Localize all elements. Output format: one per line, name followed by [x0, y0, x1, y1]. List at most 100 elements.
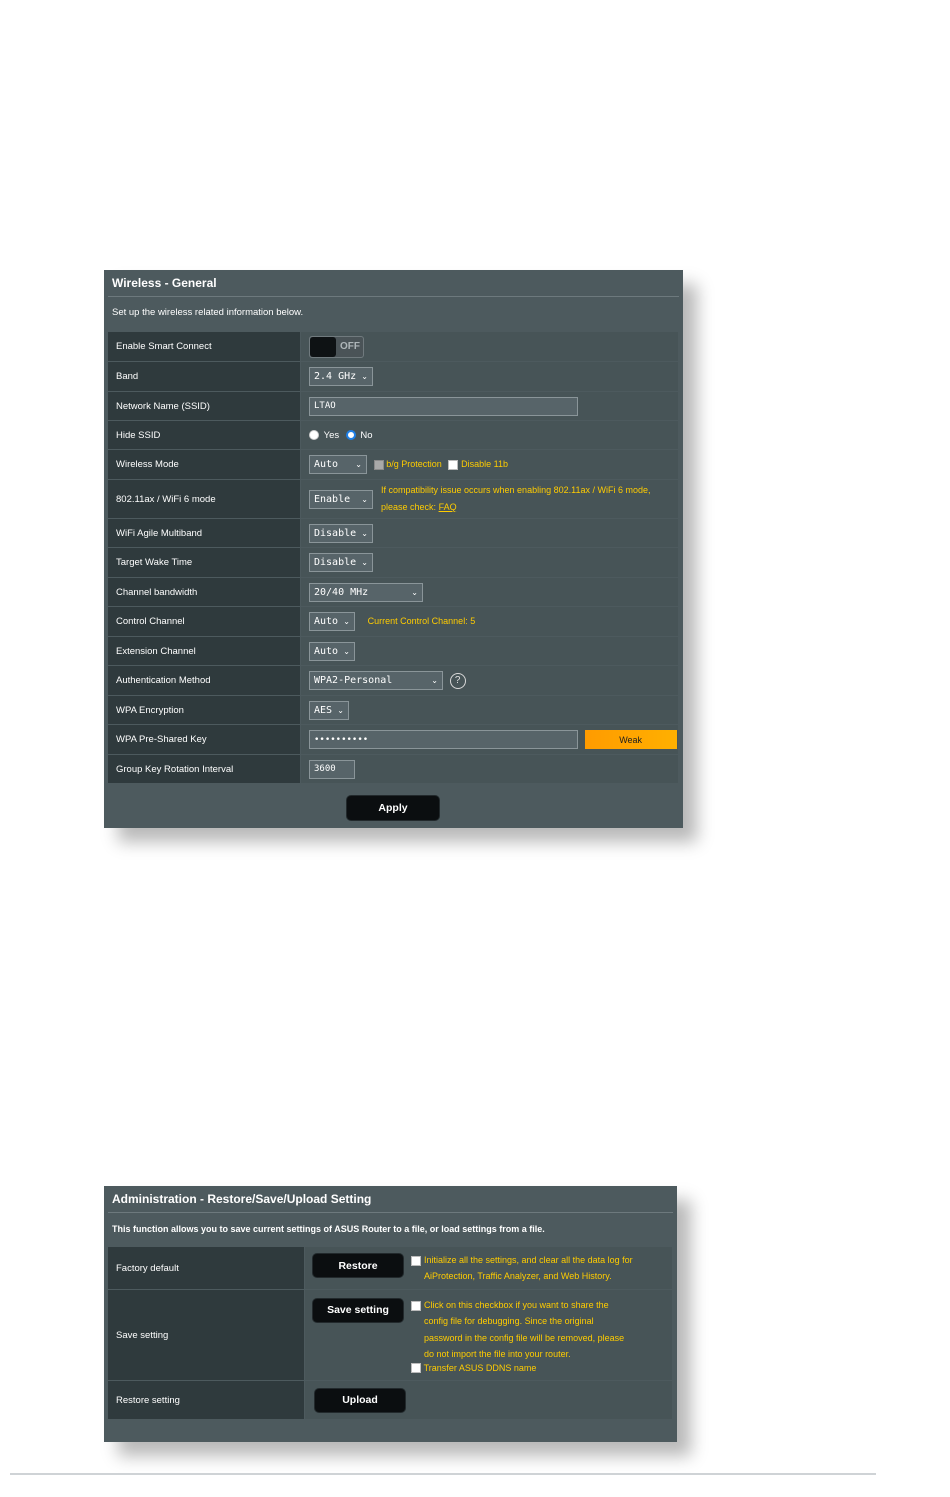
wireless-general-panel: Wireless - General Set up the wireless r… [104, 270, 683, 828]
hide-ssid-yes-radio[interactable] [309, 429, 319, 440]
row-label: Target Wake Time [107, 547, 301, 578]
page-divider [10, 1473, 876, 1475]
chevron-down-icon: ⌄ [343, 617, 350, 626]
smart-connect-toggle[interactable]: OFF [309, 335, 364, 358]
table-row: WPA Encryption AES ⌄ [107, 695, 679, 725]
control-channel-value: Auto [314, 616, 339, 627]
wifi6-compat-note: If compatibility issue occurs when enabl… [381, 482, 650, 516]
chevron-down-icon: ⌄ [361, 558, 368, 567]
bg-protection-label: b/g Protection [386, 459, 442, 470]
current-control-channel: Current Control Channel: 5 [367, 616, 476, 627]
panel-title: Administration - Restore/Save/Upload Set… [112, 1192, 372, 1206]
agile-multiband-value: Disable [314, 527, 357, 539]
save-setting-button[interactable]: Save setting [313, 1298, 403, 1322]
row-label: Extension Channel [107, 636, 301, 666]
bandwidth-select[interactable]: 20/40 MHz ⌄ [309, 582, 423, 602]
table-row: Authentication Method WPA2-Personal ⌄ ? [107, 665, 679, 696]
row-label: WPA Encryption [107, 695, 301, 725]
toggle-knob [310, 336, 336, 357]
upload-button[interactable]: Upload [315, 1388, 405, 1412]
chevron-down-icon: ⌄ [361, 372, 368, 381]
apply-button[interactable]: Apply [347, 796, 439, 820]
row-label: Authentication Method [107, 665, 301, 696]
panel-description: Set up the wireless related information … [112, 307, 304, 318]
agile-multiband-select[interactable]: Disable ⌄ [309, 523, 373, 543]
table-row: Factory default Restore Initialize all t… [107, 1246, 673, 1290]
band-value: 2.4 GHz [314, 371, 357, 382]
table-row: WPA Pre-Shared Key •••••••••• Weak [107, 724, 679, 755]
chevron-down-icon: ⌄ [355, 460, 362, 469]
panel-title: Wireless - General [112, 276, 217, 290]
row-label: Band [107, 361, 301, 392]
auth-method-value: WPA2-Personal [314, 675, 393, 686]
target-wake-value: Disable [314, 557, 357, 568]
bg-protection-checkbox[interactable] [373, 459, 384, 470]
wireless-settings-table: Enable Smart Connect OFF Band 2.4 GHz ⌄ … [107, 331, 679, 784]
table-row: Hide SSID Yes No [107, 420, 679, 450]
faq-link[interactable]: FAQ [439, 502, 457, 512]
disable-11b-checkbox[interactable] [448, 459, 459, 470]
row-label: WPA Pre-Shared Key [107, 724, 301, 755]
table-row: Group Key Rotation Interval 3600 [107, 754, 679, 784]
wireless-mode-value: Auto [314, 459, 339, 470]
table-row: Extension Channel Auto ⌄ [107, 636, 679, 666]
transfer-ddns-label: Transfer ASUS DDNS name [423, 1362, 537, 1373]
bandwidth-value: 20/40 MHz [314, 586, 369, 598]
wifi6-mode-select[interactable]: Enable ⌄ [309, 489, 373, 509]
table-row: 802.11ax / WiFi 6 mode Enable ⌄ If compa… [107, 479, 679, 519]
note-line: If compatibility issue occurs when enabl… [381, 485, 651, 495]
toggle-state: OFF [340, 340, 360, 352]
password-strength-meter: Weak [584, 730, 677, 749]
table-row: Restore setting Upload [107, 1380, 673, 1420]
wpa-encryption-select[interactable]: AES ⌄ [309, 700, 349, 720]
save-note: Click on this checkbox if you want to sh… [424, 1297, 624, 1363]
note-line: AiProtection, Traffic Analyzer, and Web … [424, 1271, 612, 1281]
band-select[interactable]: 2.4 GHz ⌄ [309, 367, 373, 386]
note-line: do not import the file into your router. [424, 1349, 571, 1359]
wireless-mode-select[interactable]: Auto ⌄ [309, 455, 367, 474]
extension-channel-value: Auto [314, 645, 339, 657]
help-icon[interactable]: ? [449, 672, 466, 689]
psk-input[interactable]: •••••••••• [309, 730, 578, 749]
auth-method-select[interactable]: WPA2-Personal ⌄ [309, 671, 443, 690]
chevron-down-icon: ⌄ [337, 705, 344, 715]
factory-note: Initialize all the settings, and clear a… [424, 1252, 633, 1284]
note-text: please check: [381, 502, 437, 512]
target-wake-select[interactable]: Disable ⌄ [309, 553, 373, 572]
row-label: Enable Smart Connect [107, 331, 301, 362]
note-line: config file for debugging. Since the ori… [424, 1316, 594, 1326]
row-label: Hide SSID [107, 420, 301, 450]
table-row: Wireless Mode Auto ⌄ b/g Protection Disa… [107, 449, 679, 480]
table-row: Channel bandwidth 20/40 MHz ⌄ [107, 577, 679, 607]
row-label: Save setting [107, 1289, 305, 1381]
radio-label-yes: Yes [323, 429, 340, 441]
group-key-interval-input[interactable]: 3600 [309, 759, 355, 779]
chevron-down-icon: ⌄ [361, 528, 368, 538]
restore-button[interactable]: Restore [313, 1254, 403, 1277]
ssid-input[interactable]: LTAO [309, 396, 578, 416]
table-row: Target Wake Time Disable ⌄ [107, 547, 679, 578]
note-line: please check: FAQ [381, 499, 650, 516]
control-channel-select[interactable]: Auto ⌄ [309, 612, 355, 631]
extension-channel-select[interactable]: Auto ⌄ [309, 641, 355, 661]
radio-label-no: No [360, 429, 373, 441]
table-row: Enable Smart Connect OFF [107, 331, 679, 362]
row-label: Channel bandwidth [107, 577, 301, 607]
panel-description: This function allows you to save current… [112, 1224, 545, 1234]
chevron-down-icon: ⌄ [431, 676, 438, 685]
note-line: password in the config file will be remo… [424, 1332, 625, 1343]
row-label: Restore setting [107, 1380, 305, 1420]
transfer-ddns-checkbox[interactable] [411, 1362, 421, 1373]
row-label: Control Channel [107, 606, 301, 637]
share-debug-checkbox[interactable] [411, 1300, 421, 1311]
row-label: Network Name (SSID) [107, 391, 301, 421]
initialize-all-checkbox[interactable] [411, 1256, 421, 1266]
row-label: 802.11ax / WiFi 6 mode [107, 479, 301, 519]
chevron-down-icon: ⌄ [343, 646, 350, 656]
table-row: WiFi Agile Multiband Disable ⌄ [107, 518, 679, 548]
disable-11b-label: Disable 11b [461, 459, 508, 470]
hide-ssid-no-radio[interactable] [345, 429, 356, 440]
row-label: WiFi Agile Multiband [107, 518, 301, 548]
note-line: Click on this checkbox if you want to sh… [424, 1299, 609, 1310]
wifi6-mode-value: Enable [314, 493, 351, 505]
